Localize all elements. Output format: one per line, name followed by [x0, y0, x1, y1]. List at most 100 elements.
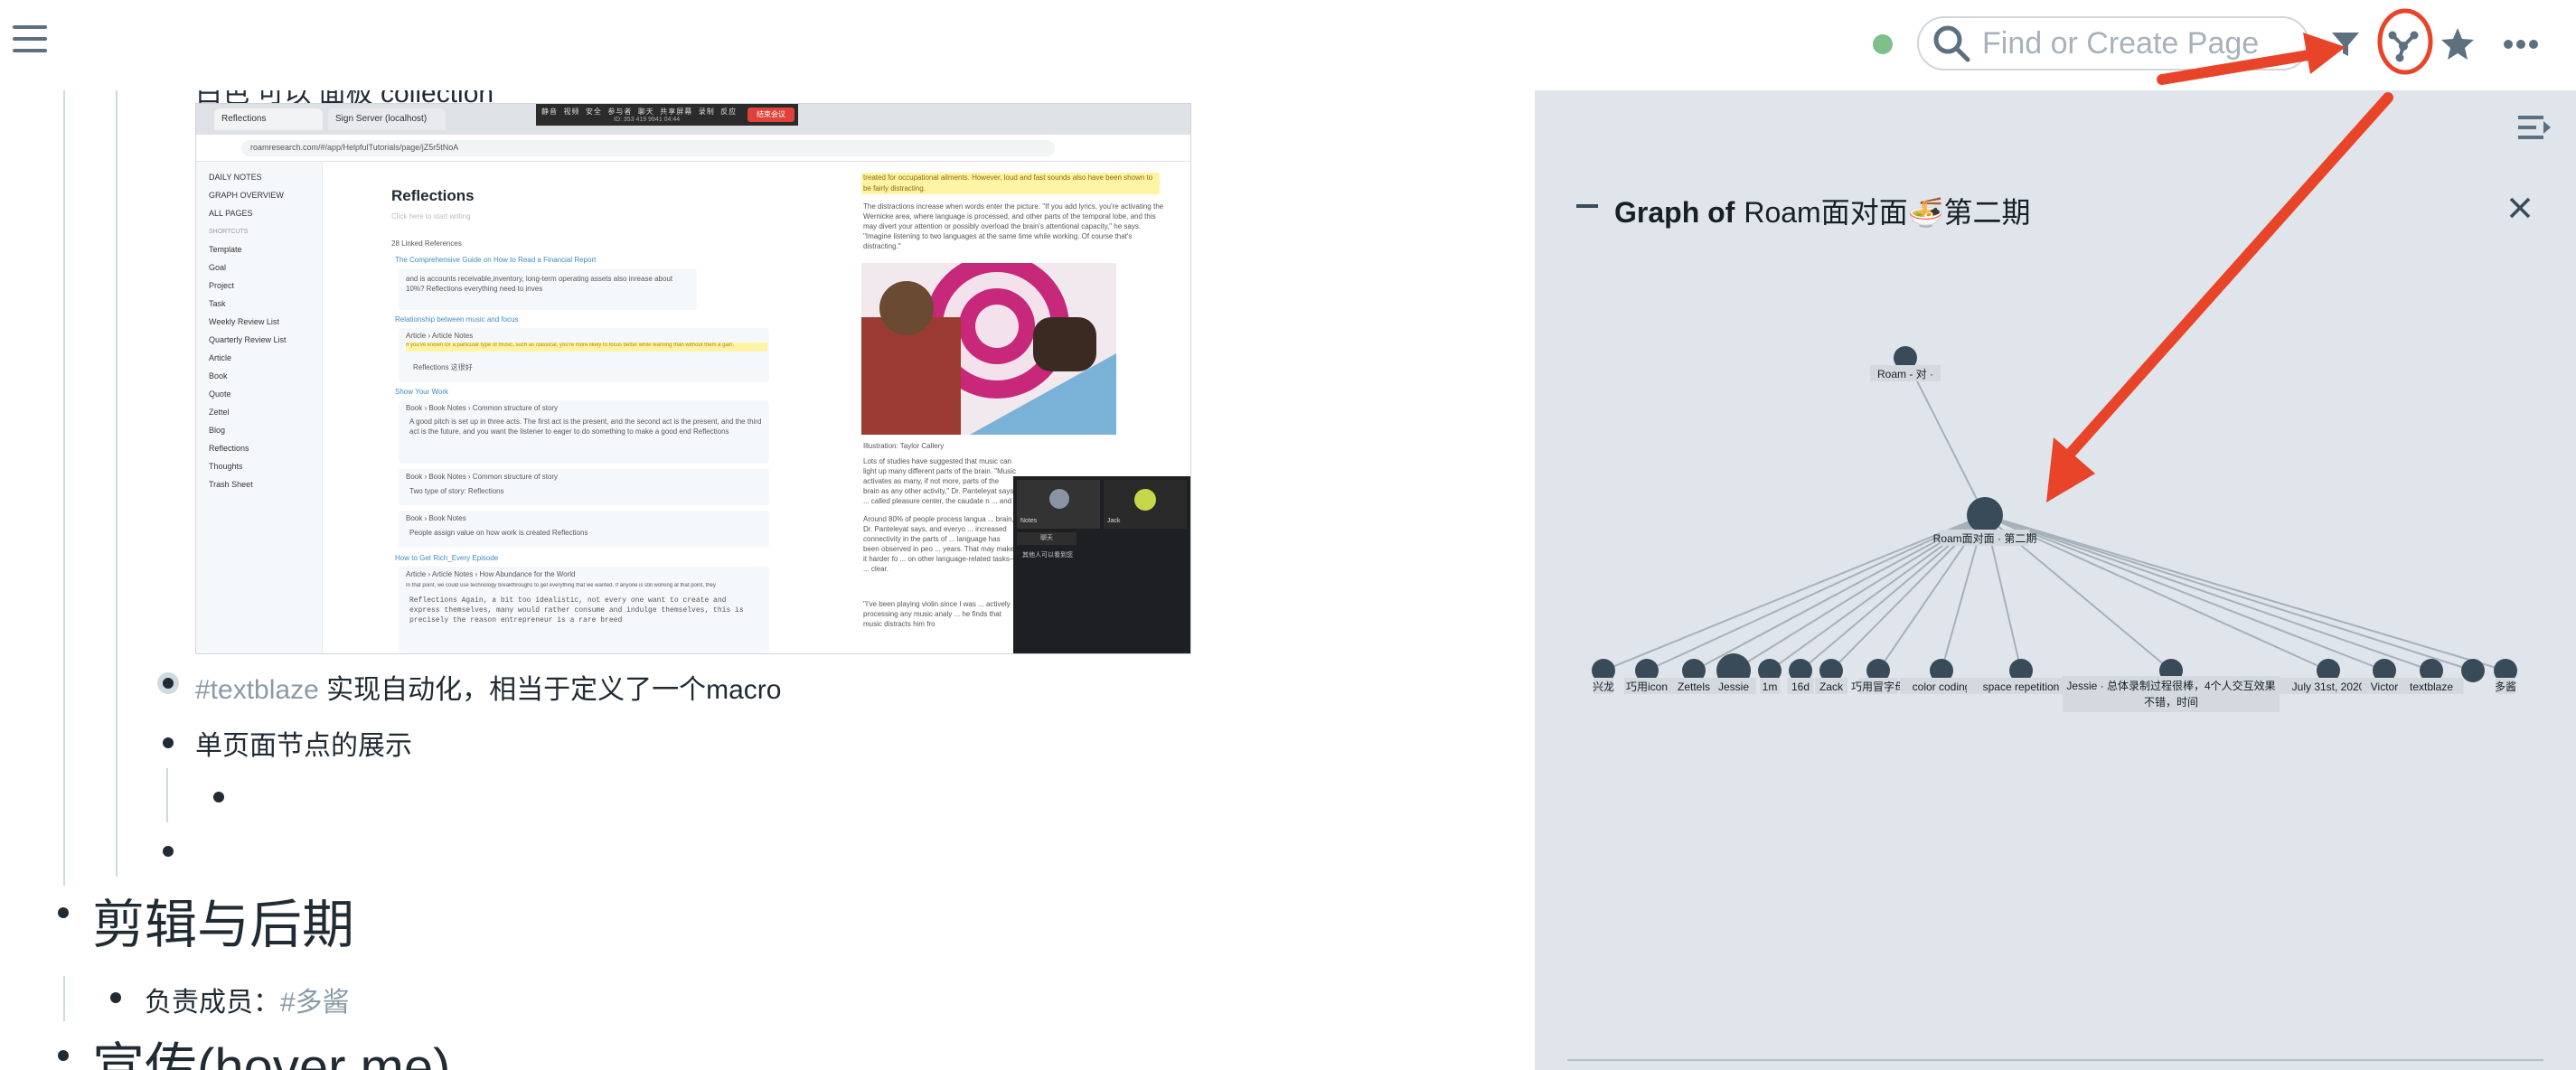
graph-node-label[interactable]: Roam面对面 · 第二期	[1933, 532, 2037, 545]
ref-text: In that point, we could use technology b…	[406, 583, 716, 588]
sidebar-item: Article	[209, 353, 232, 362]
graph-node-label[interactable]: 兴龙	[1593, 680, 1614, 693]
video-label: Notes	[1020, 518, 1038, 524]
sidebar-daily-notes: DAILY NOTES	[209, 173, 262, 182]
embedded-screenshot[interactable]: Reflections Sign Server (localhost) 静音 视…	[195, 103, 1191, 654]
graph-node-label[interactable]: 多酱	[2495, 680, 2516, 693]
indent-guide	[63, 976, 65, 1021]
bullet[interactable]	[213, 792, 224, 802]
sidebar-item: Task	[209, 299, 226, 308]
video-call-window: Notes Jack 聊天 其他人可以看到您	[1013, 476, 1190, 653]
bullet[interactable]	[163, 737, 174, 748]
browser-tab: Sign Server (localhost)	[328, 108, 446, 130]
illustration-image	[861, 263, 1116, 435]
sidebar-shortcuts-label: SHORTCUTS	[209, 229, 249, 235]
heading-text: 宣传(hover me)	[92, 1038, 451, 1070]
search-input[interactable]	[1980, 24, 2282, 62]
ref-breadcrumb: Book › Book Notes › Common structure of …	[406, 473, 559, 481]
indent-guide	[166, 768, 168, 822]
graph-node-label[interactable]: textblaze	[2410, 680, 2453, 693]
linked-refs-header: 28 Linked References	[391, 239, 462, 248]
graph-node-label[interactable]: Roam - 对 ·	[1877, 368, 1933, 380]
sidebar-all-pages: ALL PAGES	[209, 209, 253, 218]
ref-text: and is accounts receivable,inventory, lo…	[406, 275, 673, 293]
right-text: The distractions increase when words ent…	[863, 202, 1164, 250]
ref-breadcrumb: Book › Book Notes › Common structure of …	[406, 404, 559, 412]
bullet[interactable]	[163, 846, 174, 857]
roam-placeholder: Click here to start writing	[391, 212, 471, 221]
ref-page-link: How to Get Rich_Every Episode	[395, 554, 499, 562]
graph-node[interactable]	[2461, 659, 2485, 682]
graph-node-label[interactable]: Jessie	[1718, 680, 1749, 693]
block-text: #textblaze 实现自动化，相当于定义了一个macro	[195, 667, 781, 707]
zoom-toolbar: 静音 视频 安全 参与者 聊天 共享屏幕 录制 反应 ID: 353 419 9…	[536, 104, 798, 126]
right-text: Lots of studies have suggested that musi…	[863, 457, 1016, 505]
ref-page-link: Show Your Work	[395, 388, 448, 396]
graph-node-label[interactable]: color coding	[1913, 680, 1971, 693]
tag-link[interactable]: #多酱	[280, 988, 350, 1018]
sidebar-item: Quarterly Review List	[209, 335, 287, 344]
sidebar-item: Template	[209, 245, 242, 254]
roam-sidebar: DAILY NOTES GRAPH OVERVIEW ALL PAGES SHO…	[196, 162, 323, 653]
graph-edge	[1984, 514, 2432, 671]
illustration-caption: Illustration: Taylor Callery	[863, 442, 945, 450]
chat-message: 其他人可以看到您	[1022, 552, 1073, 558]
star-button[interactable]	[2431, 18, 2484, 70]
graph-edge	[1984, 514, 2474, 671]
ref-text: Reflections 这很好	[413, 363, 473, 371]
sidebar-item: Blog	[209, 426, 226, 435]
indent-guide	[116, 90, 118, 877]
tag-link[interactable]: #textblaze	[195, 675, 319, 705]
graph-edge	[1984, 514, 2385, 671]
bullet[interactable]	[163, 678, 174, 689]
bullet[interactable]	[58, 907, 69, 918]
graph-view[interactable]: Roam - 对 · Roam面对面 · 第二期兴龙 巧用icon Zettels Je…	[1535, 90, 2576, 1070]
ref-text: Reflections Again, a bit too idealistic,…	[409, 596, 744, 624]
sidebar-item: Weekly Review List	[209, 317, 279, 326]
ref-page-link: The Comprehensive Guide on How to Read a…	[395, 256, 597, 264]
graph-button[interactable]	[2377, 18, 2430, 70]
graph-node-label[interactable]: 巧用冒字母	[1851, 680, 1905, 693]
block-text-content: 实现自动化，相当于定义了一个macro	[326, 675, 782, 705]
ref-page-link: Relationship between music and focus	[395, 315, 519, 324]
more-button[interactable]	[2495, 18, 2547, 70]
filter-icon	[2332, 33, 2359, 56]
graph-node-label[interactable]: 1m	[1763, 680, 1778, 693]
graph-node-label[interactable]: Zettels	[1678, 680, 1710, 693]
graph-node-label[interactable]: Victor	[2371, 680, 2398, 693]
ref-text: People assign value on how work is creat…	[409, 529, 588, 537]
graph-node-label[interactable]: Jessie · 总体录制过程很棒，4个人交互效果不错，时间	[2063, 676, 2280, 712]
graph-icon	[2388, 31, 2419, 62]
ref-breadcrumb: Article › Article Notes › How Abundance …	[406, 570, 576, 578]
graph-edge	[1904, 357, 1986, 516]
search-box[interactable]	[1917, 16, 2309, 70]
graph-node-center[interactable]	[1967, 497, 2003, 533]
sidebar-item: Reflections	[209, 444, 249, 453]
bullet[interactable]	[58, 1050, 69, 1061]
menu-icon[interactable]	[13, 25, 47, 58]
ref-breadcrumb: Book › Book Notes	[406, 514, 466, 522]
page-main: 白色 可以 面板 collection Reflections Sign Ser…	[0, 90, 1537, 1070]
sidebar-item: Zettel	[209, 408, 230, 417]
graph-node-label[interactable]: Zack	[1819, 680, 1844, 693]
avatar	[1134, 489, 1156, 511]
zoom-toolbar-items: 静音 视频 安全 参与者 聊天 共享屏幕 录制 反应	[541, 108, 738, 116]
bullet[interactable]	[110, 992, 121, 1003]
graph-node-label[interactable]: space repetition	[1983, 680, 2060, 693]
right-text: "I've been playing violin since I was ..…	[863, 600, 1011, 628]
block-text: 负责成员：#多酱	[145, 980, 350, 1019]
video-tile: Notes	[1017, 480, 1100, 529]
browser-address-bar: roamresearch.com/#/app/HelpfulTutorials/…	[196, 135, 1190, 162]
filter-button[interactable]	[2319, 18, 2372, 70]
member-label: 负责成员：	[145, 988, 280, 1018]
chat-tab: 聊天	[1017, 532, 1076, 545]
video-label: Jack	[1107, 518, 1121, 524]
ref-text: If you've known for a particular type of…	[406, 343, 735, 348]
graph-node-label[interactable]: 巧用icon	[1626, 680, 1668, 693]
avatar	[1049, 489, 1069, 509]
sidebar-graph-overview: GRAPH OVERVIEW	[209, 191, 284, 200]
graph-node-label[interactable]: July 31st, 2020	[2292, 680, 2365, 693]
graph-node-label[interactable]: 16d	[1791, 680, 1810, 693]
sidebar-item: Quote	[209, 390, 231, 399]
more-icon	[2504, 40, 2538, 49]
